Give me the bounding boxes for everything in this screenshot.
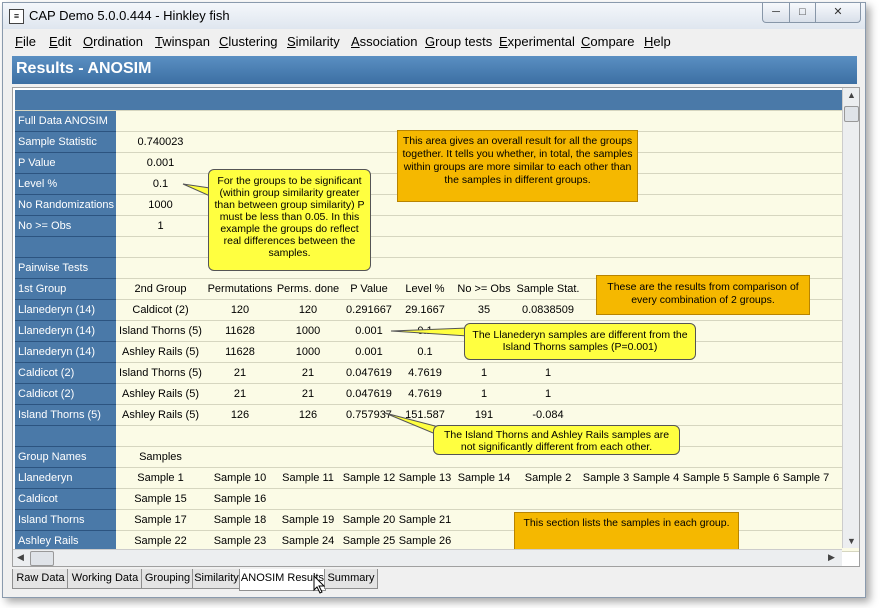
vertical-scrollbar[interactable]: ▲ ▼ [842, 88, 859, 548]
callout-llanederyn: The Llanederyn samples are different fro… [464, 323, 696, 360]
menu-edit[interactable]: Edit [49, 34, 71, 49]
results-header: Results - ANOSIM [12, 56, 857, 84]
menu-ordination[interactable]: Ordination [83, 34, 143, 49]
scroll-left-arrow-icon[interactable]: ◀ [17, 552, 24, 563]
results-title: Results - ANOSIM [16, 60, 152, 77]
menu-experimental[interactable]: Experimental [499, 34, 575, 49]
menu-group-tests[interactable]: Group tests [425, 34, 492, 49]
menu-similarity[interactable]: Similarity [287, 34, 340, 49]
title-bar[interactable]: ≡ CAP Demo 5.0.0.444 - Hinkley fish ─ □ … [3, 3, 865, 29]
app-icon: ≡ [9, 9, 24, 24]
mouse-cursor-icon [313, 575, 326, 594]
callout-significance: For the groups to be significant (within… [208, 169, 371, 271]
callout-island-ashley: The Island Thorns and Ashley Rails sampl… [433, 425, 680, 455]
scroll-up-arrow-icon[interactable]: ▲ [847, 90, 856, 100]
minimize-button[interactable]: ─ [762, 3, 790, 23]
tab-similarity[interactable]: Similarity [192, 569, 241, 589]
scroll-down-arrow-icon[interactable]: ▼ [847, 536, 856, 546]
menu-association[interactable]: Association [351, 34, 417, 49]
menu-clustering[interactable]: Clustering [219, 34, 278, 49]
tab-raw-data[interactable]: Raw Data [12, 569, 69, 589]
close-button[interactable]: ✕ [815, 3, 861, 23]
sheet-tab-bar: Raw Data Working Data Grouping Similarity AN… [12, 569, 858, 591]
menu-file[interactable]: File [15, 34, 36, 49]
horizontal-scroll-thumb[interactable] [30, 551, 54, 566]
horizontal-scrollbar[interactable]: ◀ ▶ [13, 549, 842, 566]
callout-pointers [182, 183, 469, 436]
menu-compare[interactable]: Compare [581, 34, 634, 49]
results-grid-area: Full Data ANOSIM Sample Statistic 0.740023… [12, 87, 860, 567]
application-window: ≡ CAP Demo 5.0.0.444 - Hinkley fish ─ □ … [2, 2, 866, 598]
menu-help[interactable]: Help [644, 34, 671, 49]
scroll-right-arrow-icon[interactable]: ▶ [828, 552, 835, 563]
vertical-scroll-thumb[interactable] [844, 106, 859, 122]
maximize-button[interactable]: □ [789, 3, 816, 23]
tab-summary[interactable]: Summary [324, 569, 378, 589]
menu-bar: File Edit Ordination Twinspan Clustering Simi… [3, 30, 865, 52]
tab-working-data[interactable]: Working Data [67, 569, 143, 589]
window-title: CAP Demo 5.0.0.444 - Hinkley fish [29, 8, 230, 23]
menu-twinspan[interactable]: Twinspan [155, 34, 210, 49]
tab-grouping[interactable]: Grouping [141, 569, 194, 589]
